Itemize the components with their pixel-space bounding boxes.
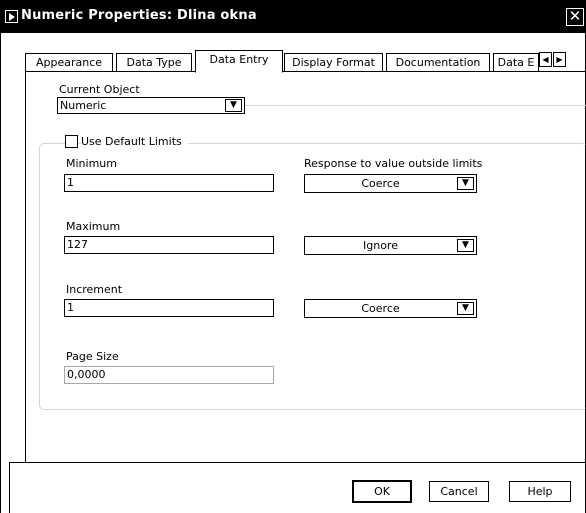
tab-data-binding[interactable]: Data E	[493, 53, 539, 72]
ok-button[interactable]: OK	[353, 481, 411, 502]
help-button[interactable]: Help	[509, 481, 571, 502]
minimum-response-value: Coerce	[361, 177, 400, 190]
maximum-response-select[interactable]: Ignore ▼	[304, 236, 477, 255]
chevron-down-icon[interactable]: ▼	[457, 177, 474, 190]
chevron-down-icon[interactable]: ▼	[457, 239, 474, 252]
maximum-input[interactable]: 127	[64, 236, 274, 254]
tab-strip: Appearance Data Type Data Entry Display …	[25, 50, 585, 73]
divider	[9, 462, 10, 513]
title-bar[interactable]: Numeric Properties: Dlina okna ✕	[1, 0, 586, 33]
tab-documentation[interactable]: Documentation	[386, 53, 490, 72]
minimum-input[interactable]: 1	[64, 174, 274, 192]
use-default-limits-label: Use Default Limits	[81, 135, 188, 148]
tab-scroll-buttons: ◀ ▶	[539, 52, 579, 67]
current-object-select[interactable]: Numeric ▼	[57, 97, 245, 114]
maximum-label: Maximum	[66, 220, 121, 233]
chevron-down-icon[interactable]: ▼	[457, 302, 474, 315]
chevron-down-icon[interactable]: ▼	[225, 99, 242, 112]
increment-response-value: Coerce	[361, 302, 400, 315]
increment-input[interactable]: 1	[64, 299, 274, 317]
minimum-label: Minimum	[66, 157, 117, 170]
tab-appearance[interactable]: Appearance	[25, 53, 113, 72]
close-icon[interactable]: ✕	[566, 8, 584, 26]
window-title: Numeric Properties: Dlina okna	[21, 8, 257, 23]
increment-label: Increment	[66, 283, 123, 296]
current-object-label: Current Object	[59, 83, 140, 96]
divider	[9, 462, 586, 463]
maximum-response-value: Ignore	[363, 239, 398, 252]
response-label: Response to value outside limits	[304, 157, 483, 170]
divider	[245, 105, 586, 106]
app-icon	[5, 10, 18, 23]
tab-display-format[interactable]: Display Format	[284, 53, 383, 72]
arrow-left-icon[interactable]: ◀	[539, 52, 552, 67]
current-object-value: Numeric	[60, 99, 107, 112]
page-size-input[interactable]: 0,0000	[64, 366, 274, 384]
minimum-response-select[interactable]: Coerce ▼	[304, 174, 477, 193]
increment-response-select[interactable]: Coerce ▼	[304, 299, 477, 318]
tab-data-entry[interactable]: Data Entry	[195, 50, 283, 73]
tab-data-type[interactable]: Data Type	[116, 53, 192, 72]
cancel-button[interactable]: Cancel	[429, 481, 489, 502]
page-size-label: Page Size	[66, 350, 119, 363]
properties-dialog: Numeric Properties: Dlina okna ✕ Appeara…	[0, 0, 586, 513]
arrow-right-icon[interactable]: ▶	[553, 52, 566, 67]
use-default-limits-checkbox[interactable]	[65, 135, 78, 148]
